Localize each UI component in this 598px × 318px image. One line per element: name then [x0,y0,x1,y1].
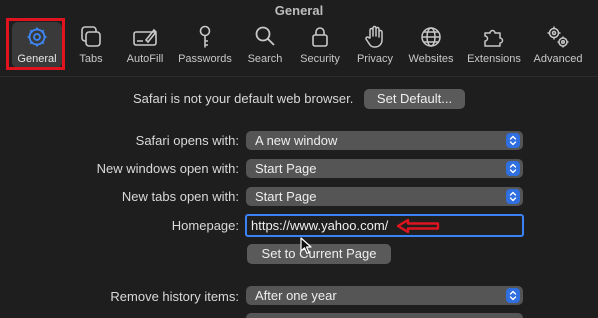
next-setting-popup[interactable] [246,313,523,318]
mouse-cursor-icon [300,237,312,255]
tab-label: Security [300,53,340,65]
tab-label: AutoFill [126,53,164,65]
magnifier-icon [252,24,278,50]
chevron-updown-icon [506,161,520,176]
tab-label: Advanced [533,53,583,65]
tab-advanced[interactable]: Advanced [528,22,588,74]
default-browser-message: Safari is not your default web browser. [133,91,354,106]
tabs-icon [78,24,104,50]
popup-value: Start Page [255,189,317,204]
tab-privacy[interactable]: Privacy [345,22,405,74]
tab-security[interactable]: Security [290,22,350,74]
popup-value: Start Page [255,161,317,176]
annotation-highlight-box [6,18,65,70]
new-tabs-open-with-label: New tabs open with: [121,189,239,204]
chevron-updown-icon [506,288,520,303]
safari-opens-with-label: Safari opens with: [135,133,239,148]
puzzle-icon [481,24,507,50]
tab-label: Extensions [467,53,521,65]
new-windows-open-with-popup[interactable]: Start Page [246,159,523,178]
set-default-button[interactable]: Set Default... [364,89,465,109]
safari-opens-with-popup[interactable]: A new window [246,131,523,150]
preferences-toolbar: General Tabs AutoFill Passwords Search S… [0,18,598,74]
safari-settings-window: General General Tabs AutoFill Passwords … [0,0,598,318]
globe-icon [418,24,444,50]
lock-icon [307,24,333,50]
tab-label: Search [247,53,283,65]
new-windows-open-with-label: New windows open with: [96,161,239,176]
key-icon [192,24,218,50]
tab-extensions[interactable]: Extensions [464,22,524,74]
set-to-current-page-button[interactable]: Set to Current Page [247,244,391,264]
tab-tabs[interactable]: Tabs [61,22,121,74]
annotation-arrow-icon [396,218,440,234]
tab-label: Passwords [178,53,232,65]
tab-passwords[interactable]: Passwords [175,22,235,74]
gears-icon [545,24,571,50]
chevron-updown-icon [506,133,520,148]
tab-autofill[interactable]: AutoFill [115,22,175,74]
homepage-label: Homepage: [171,218,239,233]
homepage-field[interactable]: https://www.yahoo.com/ [245,214,524,237]
tab-label: Tabs [79,53,103,65]
popup-value: A new window [255,133,338,148]
remove-history-items-label: Remove history items: [110,289,239,304]
tab-label: Websites [408,53,454,65]
remove-history-items-popup[interactable]: After one year [246,286,523,305]
tab-websites[interactable]: Websites [401,22,461,74]
chevron-updown-icon [506,189,520,204]
hand-icon [362,24,388,50]
toolbar-divider [0,76,598,77]
popup-value: After one year [255,288,337,303]
autofill-icon [132,24,158,50]
new-tabs-open-with-popup[interactable]: Start Page [246,187,523,206]
tab-label: Privacy [356,53,394,65]
tab-search[interactable]: Search [235,22,295,74]
